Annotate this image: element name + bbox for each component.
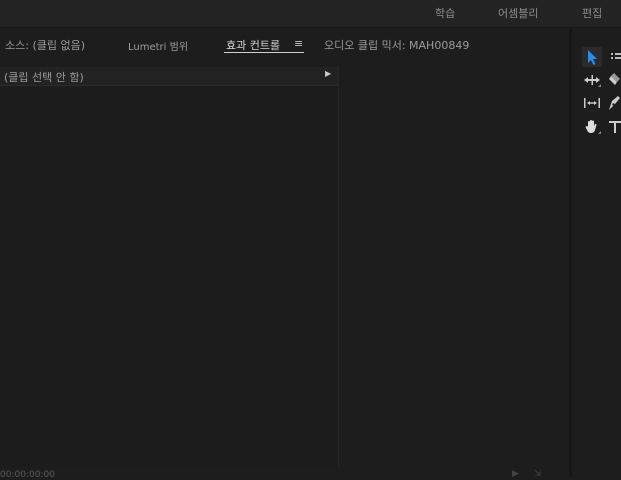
tab-effect-controls[interactable]: 효과 컨트롤: [226, 37, 280, 53]
playhead-timecode[interactable]: 00:00:00:00: [0, 470, 55, 480]
tab-source[interactable]: 소스: (클립 없음): [5, 37, 85, 53]
workspace-tab-learning[interactable]: 학습: [435, 5, 455, 21]
tab-lumetri-scopes[interactable]: Lumetri 범위: [128, 38, 188, 53]
panel-menu-icon[interactable]: ≡: [294, 37, 303, 50]
bottom-toolbar-icons: ▶ ⇲: [512, 469, 548, 479]
pen-tool-icon[interactable]: [605, 93, 621, 113]
tab-audio-clip-mixer[interactable]: 오디오 클립 믹서: MAH00849: [324, 37, 469, 53]
active-tab-indicator: [224, 52, 304, 53]
expand-timeline-icon[interactable]: ▶: [325, 69, 331, 78]
effect-controls-list: [0, 67, 339, 467]
workspace-tab-assembly[interactable]: 어셈블리: [498, 5, 538, 21]
razor-tool-icon[interactable]: [605, 70, 621, 90]
hand-tool-icon[interactable]: [582, 117, 602, 137]
ripple-edit-tool-icon[interactable]: [582, 70, 602, 90]
clip-header: (클립 선택 안 함) ▶: [0, 67, 338, 86]
clip-header-label: (클립 선택 안 함): [4, 71, 84, 84]
track-select-tool-icon[interactable]: [605, 47, 621, 67]
slip-tool-icon[interactable]: [582, 93, 602, 113]
panel-tab-bar: 소스: (클립 없음) Lumetri 범위 효과 컨트롤 오디오 클립 믹서:…: [0, 29, 570, 59]
tools-panel: [572, 29, 621, 477]
workspace-tab-editing[interactable]: 편집: [582, 5, 602, 21]
workspace-bar: 학습 어셈블리 편집: [0, 0, 621, 28]
type-tool-icon[interactable]: [605, 117, 621, 137]
selection-tool-icon[interactable]: [582, 47, 602, 67]
